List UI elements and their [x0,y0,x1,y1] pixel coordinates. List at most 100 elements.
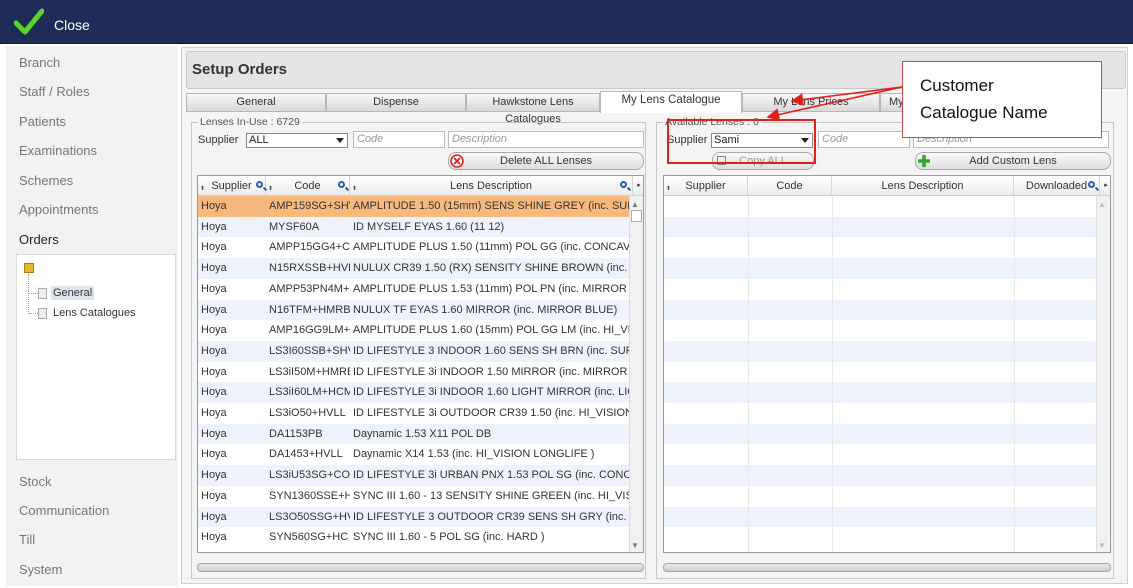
table-row[interactable]: Hoya AMP159SG+SHV AMPLITUDE 1.50 (15mm) SE… [198,196,629,217]
column-header-supplier[interactable]: ⬍ Supplier [198,176,266,196]
table-row[interactable]: Hoya SYN1360SSE+H\ SYNC III 1.60 - 13 SENS… [198,485,629,507]
sidebar-item-system[interactable]: System [19,562,62,577]
table-cell: ID LIFESTYLE 3 INDOOR 1.60 SENS SH BRN (… [353,344,629,357]
sidebar-item-examinations[interactable]: Examinations [19,143,97,158]
table-row[interactable]: Hoya MYSF60A ID MYSELF EYAS 1.60 (11 12) [198,216,629,238]
delete-all-lenses-button[interactable]: Delete ALL Lenses [448,152,644,170]
scroll-up-icon[interactable]: ▲ [1098,200,1106,209]
table-cell: Hoya [201,344,227,357]
vertical-scrollbar[interactable]: ▲ ▼ [1096,196,1110,552]
table-row [664,527,1096,548]
add-custom-lens-label: Add Custom Lens [969,155,1057,167]
sidebar-item-patients[interactable]: Patients [19,114,66,129]
checkmark-icon[interactable] [14,8,44,36]
tab-my-lens-catalogue[interactable]: My Lens Catalogue [600,91,742,113]
lenses-in-use-grid: ⬍ Supplier ⬍ Code ⬍ Lens Description ▸ Hoya… [197,175,644,553]
table-row[interactable]: Hoya AMPP15GG4+CC AMPLITUDE PLUS 1.50 (11m… [198,237,629,259]
table-row [664,361,1096,383]
table-row[interactable]: Hoya DA1453+HVLL Daynamic X14 1.53 (inc. H… [198,444,629,466]
tab-dispense[interactable]: Dispense [326,93,466,112]
horizontal-scrollbar[interactable] [197,563,644,572]
column-menu-icon[interactable]: ▸ [1100,176,1110,196]
table-row[interactable]: Hoya LS3iI50M+HMRB ID LIFESTYLE 3i INDOOR … [198,361,629,383]
supplier-select[interactable]: ALL [246,133,348,148]
column-header-lens-description[interactable]: Lens Description [832,176,1014,196]
table-row[interactable]: Hoya LS3I60SSB+SHV ID LIFESTYLE 3 INDOOR 1… [198,340,629,362]
table-cell: Hoya [201,365,227,378]
column-menu-icon[interactable]: ▸ [633,176,643,196]
table-row [664,278,1096,300]
scroll-thumb[interactable] [631,210,642,222]
table-cell: N16TFM+HMRB [269,303,350,316]
delete-icon [450,154,464,168]
sidebar-item-appointments[interactable]: Appointments [19,202,99,217]
table-cell: Hoya [201,407,227,419]
search-icon[interactable] [256,181,263,188]
sidebar-item-schemes[interactable]: Schemes [19,173,73,188]
table-row[interactable]: Hoya SYN560SG+HC SYNC III 1.60 - 5 POL SG … [198,527,629,548]
table-row[interactable]: Hoya LS3iI60LM+HCM ID LIFESTYLE 3i INDOOR … [198,382,629,403]
search-icon[interactable] [1088,181,1095,188]
description-input[interactable]: Description [448,131,644,148]
scroll-down-icon[interactable]: ▼ [1098,541,1106,550]
column-header-code[interactable]: Code [748,176,832,196]
tab-my-lens-prices[interactable]: My Lens Prices [742,93,880,112]
table-row[interactable]: Hoya AMPP53PN4M+H AMPLITUDE PLUS 1.53 (11m… [198,278,629,300]
column-header-downloaded[interactable]: Downloaded [1014,176,1100,196]
grid-header: ⬍ Supplier Code Lens Description Download… [664,176,1110,196]
table-cell: Hoya [201,262,227,275]
column-header-supplier[interactable]: ⬍ Supplier [664,176,748,196]
table-cell: Hoya [201,448,227,461]
add-custom-lens-button[interactable]: Add Custom Lens [915,152,1111,170]
table-cell: LS3I60SSB+SHV [269,344,350,357]
column-header-lens-description[interactable]: ⬍ Lens Description [350,176,633,196]
available-lenses-grid: ⬍ Supplier Code Lens Description Download… [663,175,1111,553]
table-cell: Hoya [201,531,227,544]
table-cell: Hoya [201,469,227,482]
sidebar-item-stock[interactable]: Stock [19,474,52,489]
table-cell: ID LIFESTYLE 3 OUTDOOR CR39 SENS SH GRY … [353,510,629,523]
table-row[interactable]: Hoya LS3iO50+HVLL ID LIFESTYLE 3i OUTDOOR … [198,403,629,424]
table-cell: Hoya [201,282,227,295]
page-title: Setup Orders [192,61,288,78]
column-label: Lens Description [881,180,964,192]
table-cell: ID LIFESTYLE 3i OUTDOOR CR39 1.50 (inc. … [353,407,629,419]
table-cell: AMP159SG+SHV [269,200,350,212]
table-row[interactable]: Hoya LS3O50SSG+HV/ID LIFESTYLE 3 OUTDOOR … [198,506,629,528]
code-input[interactable]: Code [818,131,910,148]
tab-general[interactable]: General [186,93,326,112]
tab-hawkstone-lens-catalogues[interactable]: Hawkstone Lens Catalogues [466,93,600,125]
horizontal-scrollbar[interactable] [663,563,1111,572]
table-cell: SYNC III 1.60 - 13 SENSITY SHINE GREEN (… [353,489,629,502]
sidebar-item-orders[interactable]: Orders [19,232,59,247]
tree-item-general[interactable]: General [51,286,95,300]
table-row[interactable]: Hoya AMP16GG9LM+H AMPLITUDE PLUS 1.60 (15m… [198,320,629,341]
column-header-code[interactable]: ⬍ Code [266,176,350,196]
sidebar-item-communication[interactable]: Communication [19,503,109,518]
search-icon[interactable] [620,181,627,188]
code-input[interactable]: Code [353,131,445,148]
table-row [664,403,1096,424]
table-row [664,196,1096,217]
grid-header: ⬍ Supplier ⬍ Code ⬍ Lens Description ▸ [198,176,643,196]
scroll-up-icon[interactable]: ▲ [631,200,639,209]
tree-item-lens-catalogues[interactable]: Lens Catalogues [53,307,136,319]
search-icon[interactable] [338,181,345,188]
callout-line-2: Catalogue Name [920,103,1048,122]
scroll-down-icon[interactable]: ▼ [631,541,639,550]
table-cell: Daynamic 1.53 X11 POL DB [353,427,492,440]
sidebar-item-till[interactable]: Till [19,532,35,547]
table-row[interactable]: Hoya LS3iU53SG+CON ID LIFESTYLE 3i URBAN P… [198,465,629,486]
table-row[interactable]: Hoya DA1153PB Daynamic 1.53 X11 POL DB [198,423,629,445]
sidebar-item-staff-roles[interactable]: Staff / Roles [19,84,90,99]
column-label: Downloaded [1025,180,1088,192]
column-label: Code [294,180,321,192]
table-row [664,485,1096,507]
table-row[interactable]: Hoya N16TFM+HMRB NULUX TF EYAS 1.60 MIRROR… [198,299,629,321]
table-cell: Hoya [201,303,227,316]
close-button[interactable]: Close [54,17,90,33]
sidebar-item-branch[interactable]: Branch [19,55,60,70]
table-cell: Hoya [201,200,227,212]
table-row[interactable]: Hoya N15RXSSB+HVLI NULUX CR39 1.50 (RX) SE… [198,258,629,279]
vertical-scrollbar[interactable]: ▲ ▼ [629,196,643,552]
